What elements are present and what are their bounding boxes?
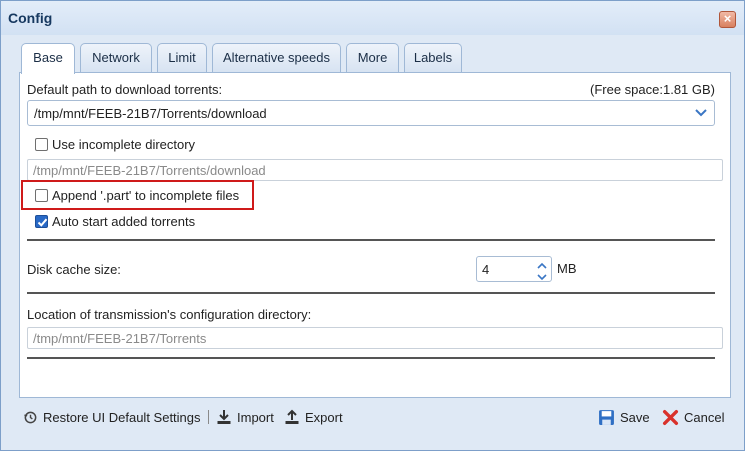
tab-network[interactable]: Network: [80, 43, 152, 72]
save-icon: [599, 409, 614, 425]
chevron-down-icon: [694, 105, 708, 121]
append-part-checkbox[interactable]: [35, 189, 48, 202]
config-dir-value: /tmp/mnt/FEEB-21B7/Torrents: [33, 331, 207, 346]
config-dialog: Config × Base Network Limit Alternative …: [0, 0, 745, 451]
download-path-label: Default path to download torrents:: [27, 82, 223, 97]
export-icon: [285, 409, 299, 424]
section-divider: [27, 357, 715, 359]
dialog-title: Config: [8, 10, 53, 26]
import-label: Import: [237, 409, 274, 425]
cancel-button[interactable]: Cancel: [662, 405, 724, 429]
base-settings-panel: Default path to download torrents: (Free…: [19, 72, 731, 398]
export-label: Export: [305, 409, 343, 425]
free-space-text: (Free space:1.81 GB): [590, 82, 715, 97]
export-button[interactable]: Export: [284, 405, 343, 429]
dialog-body: Base Network Limit Alternative speeds Mo…: [1, 35, 744, 450]
tab-more[interactable]: More: [346, 43, 399, 72]
auto-start-label: Auto start added torrents: [52, 214, 196, 229]
disk-cache-unit: MB: [557, 261, 577, 276]
chevron-down-icon[interactable]: [536, 270, 548, 281]
restore-defaults-label: Restore UI Default Settings: [43, 409, 201, 425]
config-dir-label: Location of transmission's configuration…: [27, 307, 312, 322]
tab-labels[interactable]: Labels: [404, 43, 462, 72]
dialog-titlebar[interactable]: Config ×: [1, 1, 744, 35]
disk-cache-spinner[interactable]: 4: [476, 256, 552, 282]
close-icon: ×: [723, 11, 732, 26]
config-dir-field[interactable]: /tmp/mnt/FEEB-21B7/Torrents: [27, 327, 723, 349]
use-incomplete-label: Use incomplete directory: [52, 137, 196, 152]
incomplete-path-value: /tmp/mnt/FEEB-21B7/Torrents/download: [33, 163, 266, 178]
check-icon: [37, 218, 48, 227]
cancel-label: Cancel: [684, 409, 725, 425]
close-button[interactable]: ×: [719, 11, 736, 28]
download-path-select[interactable]: /tmp/mnt/FEEB-21B7/Torrents/download: [27, 100, 715, 126]
chevron-up-icon[interactable]: [536, 259, 548, 269]
import-icon: [217, 410, 231, 424]
auto-start-checkbox[interactable]: [35, 215, 48, 228]
append-part-label: Append '.part' to incomplete files: [52, 188, 240, 203]
restore-defaults-button[interactable]: Restore UI Default Settings: [23, 405, 201, 429]
restore-icon: [23, 411, 37, 423]
import-button[interactable]: Import: [216, 405, 274, 429]
tab-alternative-speeds[interactable]: Alternative speeds: [212, 43, 341, 72]
tab-limit[interactable]: Limit: [157, 43, 207, 72]
save-label: Save: [620, 409, 650, 425]
tab-base[interactable]: Base: [21, 43, 75, 74]
section-divider: [27, 239, 715, 241]
disk-cache-label: Disk cache size:: [27, 262, 121, 277]
footer-divider: [208, 410, 209, 424]
cancel-icon: [662, 409, 679, 425]
save-button[interactable]: Save: [598, 405, 650, 429]
section-divider: [27, 292, 715, 294]
use-incomplete-checkbox[interactable]: [35, 138, 48, 151]
disk-cache-value: 4: [482, 262, 490, 277]
incomplete-path-field[interactable]: /tmp/mnt/FEEB-21B7/Torrents/download: [27, 159, 723, 181]
download-path-value: /tmp/mnt/FEEB-21B7/Torrents/download: [34, 106, 267, 121]
